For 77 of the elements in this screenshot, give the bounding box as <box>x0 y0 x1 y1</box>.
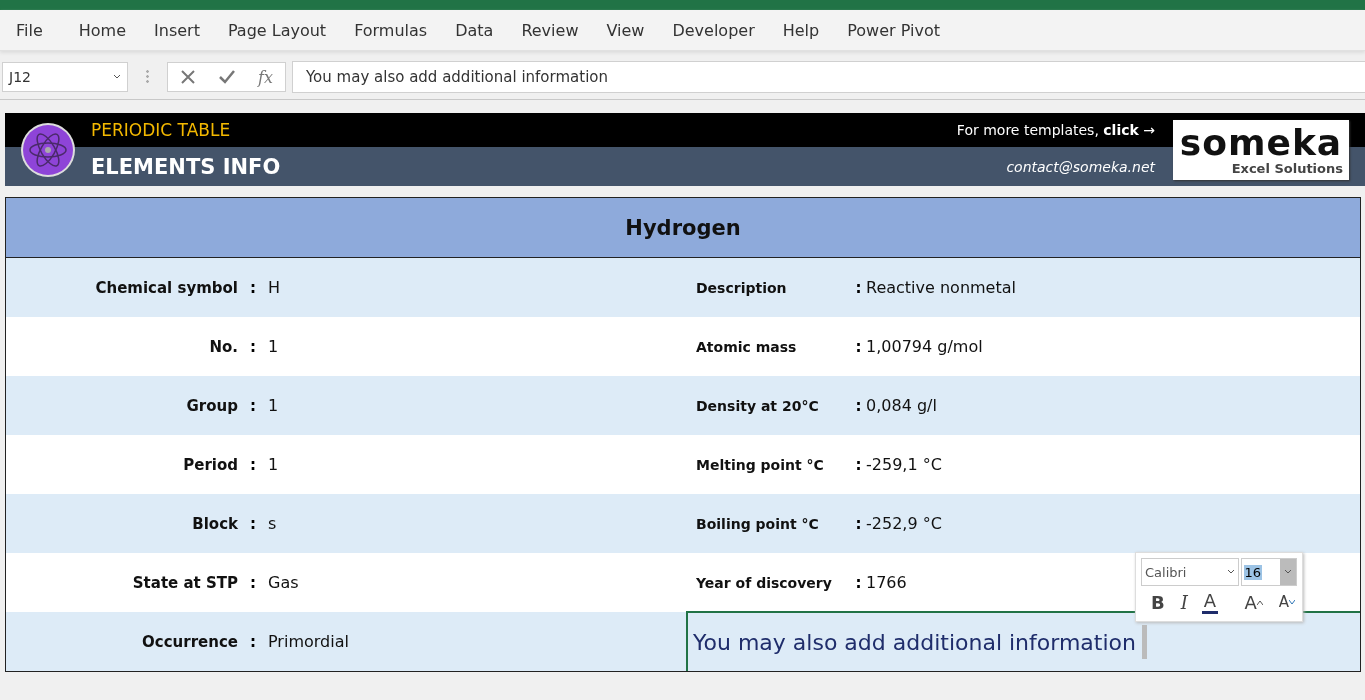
grip-icon <box>146 69 149 85</box>
separator: : <box>854 514 863 533</box>
separator: : <box>854 337 863 356</box>
separator: : <box>854 455 863 474</box>
promo-link[interactable]: For more templates, click → <box>956 122 1155 138</box>
ribbon-tab[interactable]: Developer <box>672 20 755 40</box>
separator: : <box>249 337 257 356</box>
ribbon-tab[interactable]: Power Pivot <box>847 20 940 40</box>
separator: : <box>249 573 257 592</box>
dropdown-icon <box>113 74 121 80</box>
field-label: Density at 20°C <box>695 397 820 414</box>
chevron-icon <box>1226 569 1235 575</box>
brand-logo[interactable]: someka Excel Solutions <box>1173 120 1349 180</box>
field-value: Primordial <box>268 632 350 651</box>
header-title: PERIODIC TABLE <box>91 120 232 140</box>
atom-icon <box>20 121 76 178</box>
name-box[interactable]: J12 <box>2 62 128 92</box>
ribbon-tab[interactable]: Review <box>521 20 579 40</box>
ribbon-tab[interactable]: Help <box>782 20 820 40</box>
field-value: Gas <box>268 573 300 592</box>
down-caret-icon <box>1289 599 1295 605</box>
up-caret-icon <box>1256 599 1263 605</box>
close-icon[interactable] <box>180 69 196 85</box>
separator: : <box>854 573 863 592</box>
field-label: Block <box>191 514 238 533</box>
separator: : <box>249 396 257 415</box>
field-label: Group <box>185 396 238 415</box>
separator: : <box>854 278 863 297</box>
field-value: -259,1 °C <box>866 455 943 474</box>
separator: : <box>249 455 257 474</box>
field-label: Melting point °C <box>695 456 825 473</box>
check-icon[interactable] <box>218 69 236 85</box>
ribbon-tab[interactable]: Page Layout <box>227 20 327 40</box>
field-label: Atomic mass <box>695 338 798 355</box>
field-value: Reactive nonmetal <box>866 278 1017 297</box>
ribbon-tab[interactable]: File <box>16 20 43 40</box>
field-label: Boiling point °C <box>695 515 820 532</box>
ribbon-tab[interactable]: View <box>606 20 645 40</box>
field-label: State at STP <box>131 573 238 592</box>
field-value: H <box>268 278 282 297</box>
formula-field[interactable]: You may also add additional information <box>291 61 1365 93</box>
field-value: s <box>268 514 278 533</box>
font-size-field[interactable]: 16 <box>1240 558 1297 586</box>
field-value: 0,084 g/l <box>866 396 938 415</box>
field-value: 1,00794 g/mol <box>866 337 984 356</box>
field-value: 1 <box>268 337 280 356</box>
field-value: 1766 <box>866 573 908 592</box>
header-subtitle: ELEMENTS INFO <box>91 154 282 179</box>
grow-button[interactable]: A <box>1242 591 1265 613</box>
italic-button[interactable]: I <box>1178 591 1190 613</box>
ribbon-tab[interactable]: Data <box>455 20 494 40</box>
element-name: Hydrogen <box>6 198 1360 258</box>
separator: : <box>249 278 257 297</box>
ribbon-tab[interactable]: Insert <box>154 20 200 40</box>
text-cursor <box>1142 625 1147 659</box>
field-label: Chemical symbol <box>94 278 238 297</box>
field-label: Period <box>182 455 238 474</box>
insert-function-button[interactable]: fx <box>258 67 273 87</box>
font-color-button[interactable]: A <box>1201 590 1219 614</box>
field-label: Description <box>695 279 788 296</box>
field-value: 1 <box>268 396 280 415</box>
separator: : <box>854 396 863 415</box>
field-value: 1 <box>268 455 280 474</box>
field-label: Year of discovery <box>695 574 833 591</box>
bold-button[interactable]: B <box>1149 591 1167 613</box>
separator: : <box>249 514 257 533</box>
font-dropdown[interactable]: Calibri <box>1141 558 1239 586</box>
shrink-button[interactable]: A <box>1276 593 1297 611</box>
field-value: -252,9 °C <box>866 514 943 533</box>
contact-email[interactable]: contact@someka.net <box>1006 158 1155 175</box>
field-label: No. <box>208 337 238 356</box>
field-label: Occurrence <box>141 632 238 651</box>
chevron-icon <box>1284 569 1292 575</box>
ribbon-tab[interactable]: Formulas <box>354 20 428 40</box>
cell-text: You may also add additional information <box>693 629 1136 655</box>
ribbon-tab[interactable]: Home <box>78 20 127 40</box>
separator: : <box>249 632 257 651</box>
